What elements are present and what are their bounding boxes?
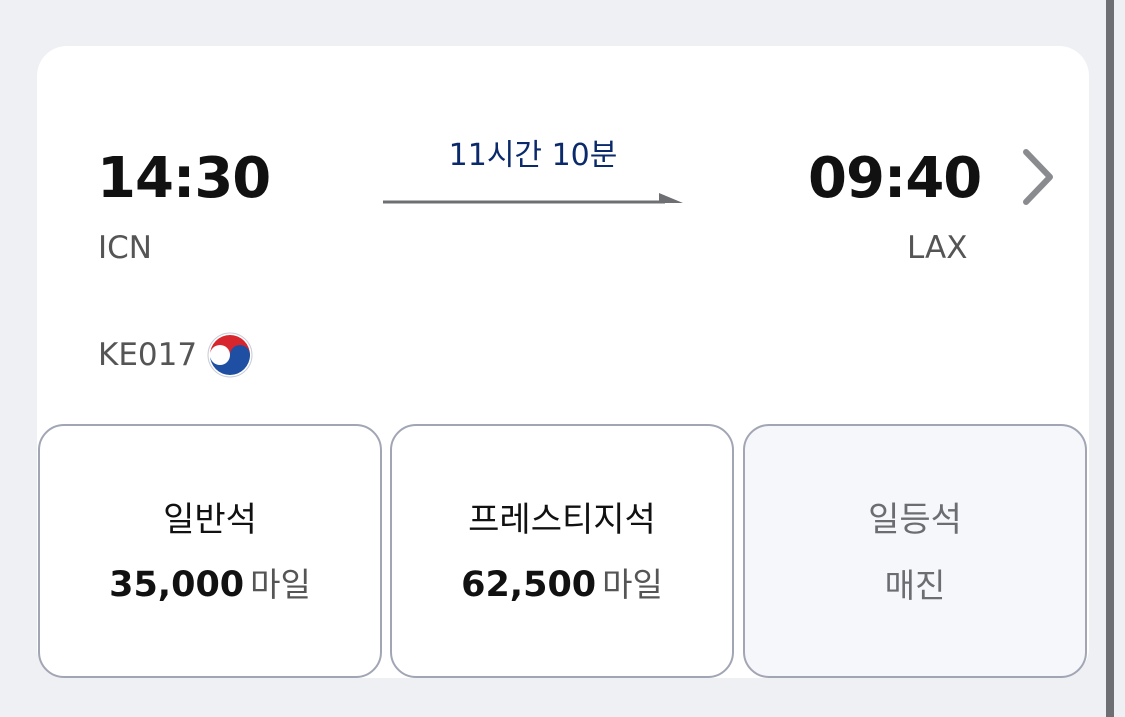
fare-price: 62,500 마일 xyxy=(392,563,732,613)
arrival-airport: LAX xyxy=(907,230,968,266)
fare-option-economy[interactable]: 일반석 35,000 마일 xyxy=(38,424,382,678)
departure-time: 14:30 xyxy=(97,146,271,211)
chevron-right-icon[interactable] xyxy=(1018,148,1056,206)
fare-name: 프레스티지석 xyxy=(468,500,656,540)
fare-option-first[interactable]: 일등석 매진 xyxy=(743,424,1087,678)
arrival-time: 09:40 xyxy=(808,146,982,211)
fare-name: 일반석 xyxy=(163,500,257,540)
fare-option-prestige[interactable]: 프레스티지석 62,500 마일 xyxy=(390,424,734,678)
flight-number: KE017 xyxy=(98,337,198,373)
departure-airport: ICN xyxy=(98,230,152,266)
fare-price-unit: 마일 xyxy=(250,565,311,604)
fare-price-value: 62,500 xyxy=(461,565,597,605)
scrollbar[interactable] xyxy=(1106,0,1114,717)
taegeuk-logo-icon xyxy=(207,332,253,378)
flight-info-row: KE017 xyxy=(98,332,253,378)
fare-price: 35,000 마일 xyxy=(40,563,380,613)
flight-result-screen: 14:30 ICN 11시간 10분 09:40 LAX KE017 일반석 3… xyxy=(0,0,1125,717)
fare-price-value: 35,000 xyxy=(109,565,245,605)
fare-price-unit: 마일 xyxy=(602,565,663,604)
route-arrow-icon xyxy=(383,193,683,204)
flight-duration: 11시간 10분 xyxy=(448,138,618,173)
sold-out-label: 매진 xyxy=(884,566,946,605)
fare-name: 일등석 xyxy=(868,500,962,540)
